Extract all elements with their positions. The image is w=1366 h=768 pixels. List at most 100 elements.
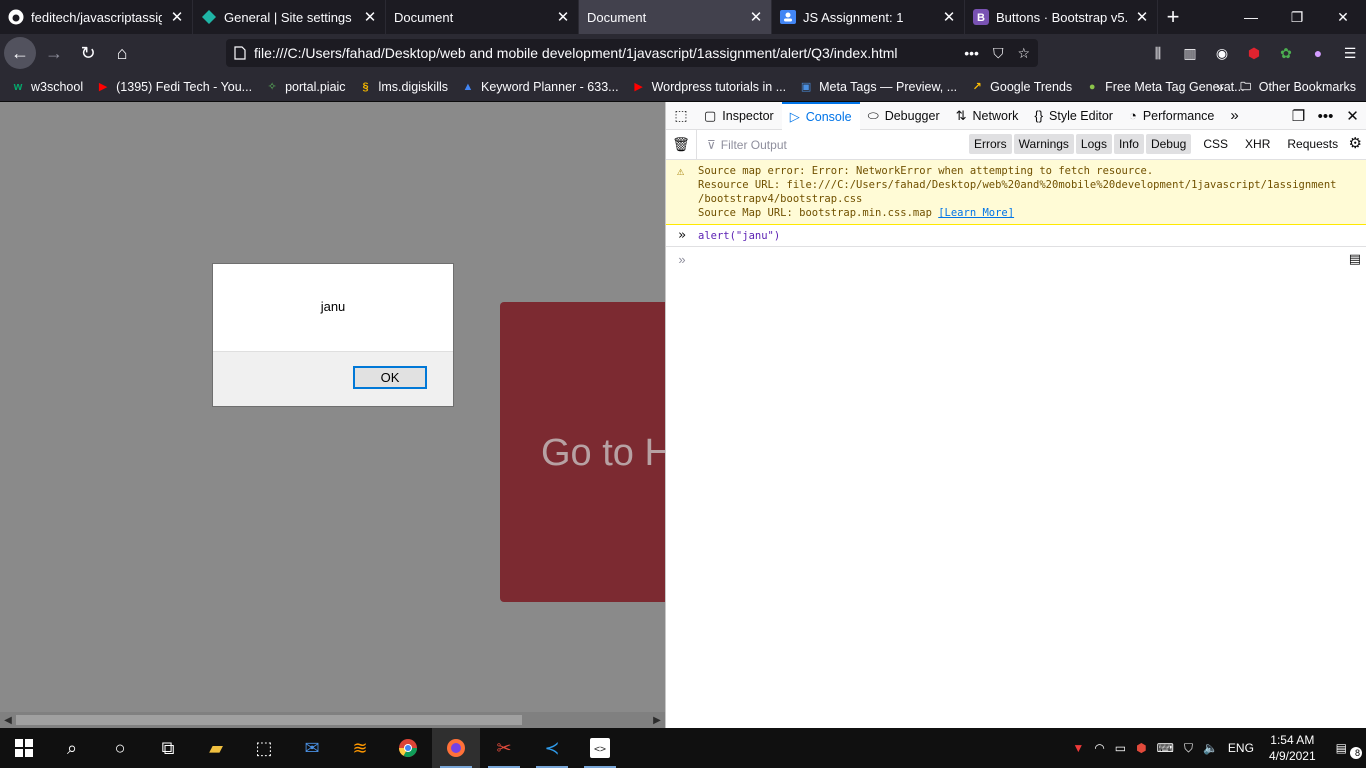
devtools-app-icon[interactable]: <> bbox=[576, 728, 624, 768]
tab-github[interactable]: feditech/javascriptassignment ✕ bbox=[0, 0, 193, 34]
clock[interactable]: 1:54 AM 4/9/2021 bbox=[1259, 732, 1326, 764]
console-input[interactable]: » ▤ bbox=[666, 247, 1366, 271]
menu-icon[interactable]: ☰ bbox=[1334, 38, 1366, 68]
library-icon[interactable]: ⫼ bbox=[1142, 38, 1174, 68]
vivaldi-tray-icon[interactable]: ▼ bbox=[1067, 741, 1089, 755]
language-indicator[interactable]: ENG bbox=[1223, 741, 1259, 755]
wifi-icon[interactable]: ◠ bbox=[1089, 741, 1109, 755]
sublime-icon[interactable]: ≋ bbox=[336, 728, 384, 768]
bookmarks-overflow-icon[interactable]: » bbox=[1216, 79, 1224, 95]
dock-icon[interactable]: ❐ bbox=[1285, 102, 1312, 130]
scroll-right-icon[interactable]: ▶ bbox=[649, 712, 665, 728]
scroll-left-icon[interactable]: ◀ bbox=[0, 712, 16, 728]
store-icon[interactable]: ⬚ bbox=[240, 728, 288, 768]
style-editor-icon: {} bbox=[1034, 108, 1044, 123]
element-picker-icon[interactable]: ⬚ bbox=[666, 102, 696, 130]
snip-tool-icon[interactable]: ✂ bbox=[480, 728, 528, 768]
tab-document-active[interactable]: Document ✕ bbox=[579, 0, 772, 34]
tab-site-settings[interactable]: General | Site settings ✕ bbox=[193, 0, 386, 34]
color-picker-icon[interactable]: ● bbox=[1302, 38, 1334, 68]
more-actions-icon[interactable]: ••• bbox=[964, 45, 979, 62]
link-card[interactable]: Go to H bbox=[500, 302, 665, 602]
bookmark-google-trends[interactable]: ↗ Google Trends bbox=[969, 79, 1073, 95]
scrollbar-thumb[interactable] bbox=[16, 715, 522, 725]
reload-icon[interactable]: ↻ bbox=[72, 37, 104, 69]
chrome-icon[interactable] bbox=[384, 728, 432, 768]
tab-document[interactable]: Document ✕ bbox=[386, 0, 579, 34]
bookmark-fedi-tech[interactable]: ▶ (1395) Fedi Tech - You... bbox=[95, 79, 252, 95]
close-icon[interactable]: ✕ bbox=[170, 10, 184, 25]
tab-inspector[interactable]: ▢ Inspector bbox=[696, 102, 782, 130]
minimize-icon[interactable]: — bbox=[1228, 0, 1274, 34]
tray-app-icon[interactable]: ⬢ bbox=[1131, 741, 1151, 755]
trash-icon[interactable]: 🗑 bbox=[666, 136, 696, 153]
tab-style-editor[interactable]: {} Style Editor bbox=[1026, 102, 1121, 130]
new-tab-button[interactable]: + bbox=[1158, 0, 1188, 34]
bookmark-keyword-planner[interactable]: ▲ Keyword Planner - 633... bbox=[460, 79, 619, 95]
mail-icon[interactable]: ✉ bbox=[288, 728, 336, 768]
network-tray-icon[interactable]: ⛉ bbox=[1179, 741, 1198, 756]
back-arrow-icon[interactable]: ← bbox=[4, 37, 36, 69]
restore-icon[interactable]: ❐ bbox=[1274, 0, 1320, 34]
adblock-icon[interactable]: ⬢ bbox=[1238, 38, 1270, 68]
sidebar-icon[interactable]: ▥ bbox=[1174, 38, 1206, 68]
forward-arrow-icon[interactable]: → bbox=[38, 37, 70, 69]
other-bookmarks[interactable]: 🗀 Other Bookmarks bbox=[1238, 79, 1356, 95]
tab-label: Buttons · Bootstrap v5.0 bbox=[996, 9, 1127, 25]
ok-button[interactable]: OK bbox=[353, 366, 427, 389]
devtools-close-icon[interactable]: ✕ bbox=[1339, 102, 1366, 130]
tab-debugger[interactable]: ⬭ Debugger bbox=[860, 102, 948, 130]
cortana-icon[interactable]: ○ bbox=[96, 728, 144, 768]
url-bar[interactable]: file:///C:/Users/fahad/Desktop/web and m… bbox=[226, 39, 1038, 67]
account-icon[interactable]: ◉ bbox=[1206, 38, 1238, 68]
more-tabs-icon[interactable]: » bbox=[1222, 102, 1246, 130]
filter-xhr[interactable]: XHR bbox=[1240, 134, 1275, 154]
close-icon[interactable]: ✕ bbox=[1135, 10, 1149, 25]
close-icon[interactable]: ✕ bbox=[749, 10, 763, 25]
home-icon[interactable]: ⌂ bbox=[106, 37, 138, 69]
file-explorer-icon[interactable]: ▰ bbox=[192, 728, 240, 768]
bookmark-label: Meta Tags — Preview, ... bbox=[819, 79, 958, 94]
tab-js-assignment[interactable]: JS Assignment: 1 ✕ bbox=[772, 0, 965, 34]
command-chevron-icon: » bbox=[678, 228, 686, 243]
gear-icon[interactable]: ⚙ bbox=[1349, 134, 1362, 152]
keyboard-icon[interactable]: ⌨ bbox=[1152, 741, 1179, 755]
task-view-icon[interactable]: ⧉ bbox=[144, 728, 192, 768]
firefox-icon[interactable] bbox=[432, 728, 480, 768]
close-icon[interactable]: ✕ bbox=[942, 10, 956, 25]
close-window-icon[interactable]: ✕ bbox=[1320, 0, 1366, 34]
editor-mode-icon[interactable]: ▤ bbox=[1349, 251, 1361, 267]
tab-label: Inspector bbox=[722, 108, 774, 123]
close-icon[interactable]: ✕ bbox=[363, 10, 377, 25]
bookmark-meta-tags[interactable]: ▣ Meta Tags — Preview, ... bbox=[798, 79, 957, 95]
bookmark-star-icon[interactable]: ☆ bbox=[1017, 45, 1030, 62]
filter-info[interactable]: Info bbox=[1113, 134, 1144, 154]
battery-icon[interactable]: ▭ bbox=[1110, 741, 1131, 755]
pocket-icon[interactable]: ⛉ bbox=[993, 45, 1004, 62]
learn-more-link[interactable]: [Learn More] bbox=[938, 207, 1014, 219]
devtools-menu-icon[interactable]: ••• bbox=[1312, 102, 1339, 130]
bookmark-wordpress[interactable]: ▶ Wordpress tutorials in ... bbox=[631, 79, 786, 95]
search-icon[interactable]: ⌕ bbox=[48, 728, 96, 768]
bookmark-piaic[interactable]: ✧ portal.piaic bbox=[264, 79, 345, 95]
filter-errors[interactable]: Errors bbox=[969, 134, 1012, 154]
bookmark-digiskills[interactable]: § lms.digiskills bbox=[358, 79, 448, 95]
bookmark-w3school[interactable]: w w3school bbox=[10, 79, 83, 95]
filter-output-input[interactable]: ⊽ Filter Output bbox=[696, 129, 946, 160]
vscode-icon[interactable]: ≺ bbox=[528, 728, 576, 768]
extension-icon[interactable]: ✿ bbox=[1270, 38, 1302, 68]
windows-start-icon[interactable] bbox=[0, 728, 48, 768]
tab-performance[interactable]: ◔ Performance bbox=[1121, 102, 1222, 130]
volume-icon[interactable]: 🔈 bbox=[1198, 741, 1223, 755]
filter-css[interactable]: CSS bbox=[1198, 134, 1233, 154]
horizontal-scrollbar[interactable]: ◀ ▶ bbox=[0, 712, 665, 728]
notification-center[interactable]: ▤ 8 bbox=[1326, 741, 1366, 759]
tab-bootstrap[interactable]: B Buttons · Bootstrap v5.0 ✕ bbox=[965, 0, 1158, 34]
filter-warnings[interactable]: Warnings bbox=[1013, 134, 1074, 154]
tab-console[interactable]: ▷ Console bbox=[781, 101, 860, 130]
tab-network[interactable]: ⇅ Network bbox=[948, 102, 1027, 130]
filter-requests[interactable]: Requests bbox=[1282, 134, 1343, 154]
close-icon[interactable]: ✕ bbox=[556, 10, 570, 25]
filter-logs[interactable]: Logs bbox=[1075, 134, 1112, 154]
filter-debug[interactable]: Debug bbox=[1145, 134, 1192, 154]
